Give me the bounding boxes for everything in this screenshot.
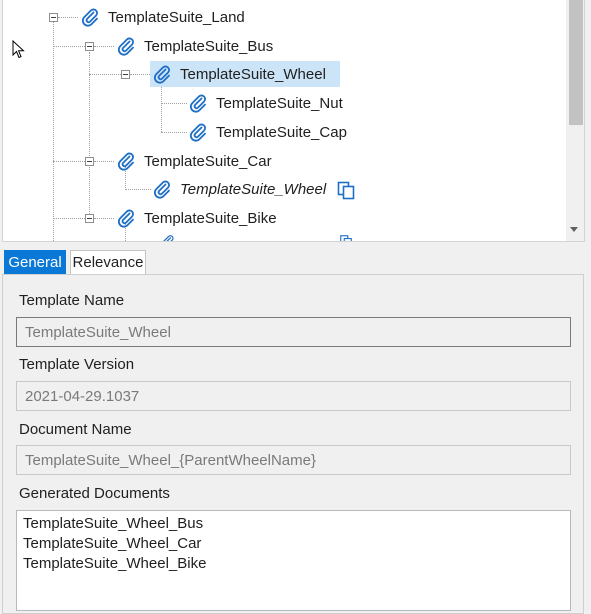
tree-connector [161,103,187,104]
tree-connector [125,189,151,190]
paperclip-icon [152,64,172,84]
tree-node-label: TemplateSuite_Wheel [180,180,327,198]
template-name-value: TemplateSuite_Wheel [25,323,171,341]
copy-link-icon[interactable] [336,180,356,200]
paperclip-icon [188,93,208,113]
list-item[interactable]: TemplateSuite_Wheel_Bus [23,514,570,534]
tree-connector [161,132,187,133]
tree-node-label: TemplateSuite_Nut [216,94,343,112]
tree-connector [94,218,114,219]
tree-connector [53,218,85,219]
template-version-label: Template Version [19,356,135,373]
template-version-value: 2021-04-29.1037 [25,387,140,405]
collapse-toggle[interactable] [49,13,58,22]
tree-connector [130,74,150,75]
tree-node-car[interactable]: TemplateSuite_Car [114,148,272,174]
template-version-field[interactable]: 2021-04-29.1037 [16,381,571,411]
tree-node-nut[interactable]: TemplateSuite_Nut [186,90,343,116]
tree-node-label: TemplateSuite_Land [108,8,245,26]
tab-relevance[interactable]: Relevance [70,250,146,274]
tree-node-cap[interactable]: TemplateSuite_Cap [186,119,347,145]
paperclip-icon [116,208,136,228]
tree-node-bus[interactable]: TemplateSuite_Bus [114,33,273,59]
collapse-toggle[interactable] [85,157,94,166]
paperclip-icon [158,234,178,242]
document-name-label: Document Name [19,421,132,438]
paperclip-icon [80,7,100,27]
list-item[interactable]: TemplateSuite_Wheel_Car [23,534,570,554]
template-name-label: Template Name [19,292,125,309]
document-name-value: TemplateSuite_Wheel_{ParentWheelName} [25,451,316,469]
tab-general[interactable]: General [4,250,66,274]
scroll-down-icon[interactable] [570,227,578,232]
tree-node-label: TemplateSuite_Car [144,152,272,170]
document-name-field[interactable]: TemplateSuite_Wheel_{ParentWheelName} [16,445,571,475]
tree-connector [89,52,90,222]
general-tab-panel: Template Name TemplateSuite_Wheel Templa… [2,274,584,614]
tree-node-label: TemplateSuite_Cap [216,123,347,141]
paperclip-icon [116,151,136,171]
paperclip-icon [152,179,172,199]
tree-connector [89,74,121,75]
tree-node-wheel-linked[interactable]: TemplateSuite_Wheel [150,176,326,202]
collapse-toggle[interactable] [121,70,130,79]
paperclip-icon [116,36,136,56]
template-tree[interactable]: TemplateSuite_Land TemplateSuite_Bus Tem… [2,0,585,242]
collapse-toggle[interactable] [85,214,94,223]
collapse-toggle[interactable] [85,42,94,51]
tree-node-bike[interactable]: TemplateSuite_Bike [114,205,277,231]
generated-documents-label: Generated Documents [19,485,170,502]
generated-documents-list[interactable]: TemplateSuite_Wheel_Bus TemplateSuite_Wh… [16,510,571,611]
tree-connector [94,46,114,47]
tree-node-label: TemplateSuite_Bike [144,209,277,227]
tree-connector [94,161,114,162]
template-name-field[interactable]: TemplateSuite_Wheel [16,317,571,347]
tree-connector [53,20,54,241]
tree-connector [53,161,85,162]
paperclip-icon [188,122,208,142]
tree-node-label: TemplateSuite_Bus [144,37,274,55]
tree-connector [161,80,162,132]
tree-connector [58,17,78,18]
scrollbar-thumb[interactable] [569,0,583,125]
tree-node-label: TemplateSuite_Wheel [180,65,326,83]
mouse-cursor-icon [12,40,25,59]
tree-node-land[interactable]: TemplateSuite_Land [78,4,245,30]
list-item[interactable]: TemplateSuite_Wheel_Bike [23,554,570,574]
tree-connector [53,46,85,47]
tree-scrollbar[interactable] [566,0,584,241]
tree-node-wheel-selected[interactable]: TemplateSuite_Wheel [150,61,340,87]
copy-link-icon [336,234,356,242]
